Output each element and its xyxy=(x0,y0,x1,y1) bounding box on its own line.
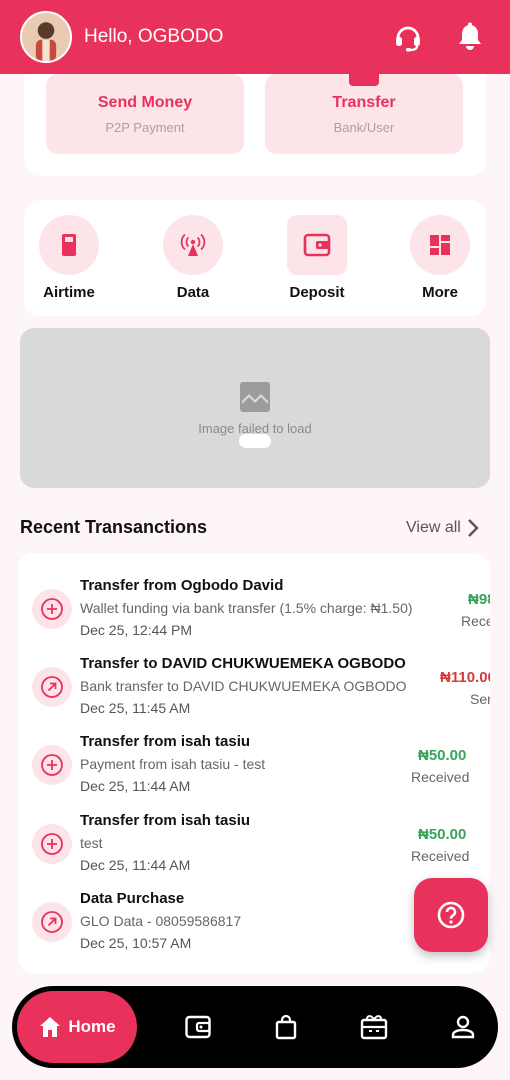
view-all-label: View all xyxy=(406,519,461,536)
service-airtime[interactable]: Airtime xyxy=(24,215,114,301)
transaction-description: Wallet funding via bank transfer (1.5% c… xyxy=(80,600,413,616)
signal-tower-icon xyxy=(163,215,223,275)
send-money-label: Send Money xyxy=(97,93,193,111)
transaction-description: Bank transfer to DAVID CHUKWUEMEKA OGBOD… xyxy=(80,678,407,694)
service-more[interactable]: More xyxy=(395,215,485,301)
plus-circle-icon xyxy=(32,745,72,785)
service-label: Deposit xyxy=(289,284,345,301)
transaction-status: Sent xyxy=(470,691,490,707)
transaction-amount: ₦110.00 xyxy=(440,669,490,686)
service-label: More xyxy=(422,284,458,301)
service-label: Data xyxy=(176,284,210,301)
transaction-description: test xyxy=(80,835,103,851)
arrow-up-right-circle-icon xyxy=(32,902,72,942)
profile-icon[interactable] xyxy=(449,1013,477,1041)
headset-icon[interactable] xyxy=(388,17,428,57)
plus-circle-icon xyxy=(32,589,72,629)
service-deposit[interactable]: Deposit xyxy=(272,215,362,301)
transaction-title: Transfer from isah tasiu xyxy=(80,812,251,829)
transaction-date: Dec 25, 10:57 AM xyxy=(80,935,192,951)
help-button[interactable] xyxy=(414,878,488,952)
wallet-icon[interactable] xyxy=(184,1013,212,1041)
chevron-right-icon xyxy=(467,519,479,537)
wallet-icon xyxy=(287,215,347,275)
transaction-description: GLO Data - 08059586817 xyxy=(80,913,242,929)
view-all-link[interactable]: View all xyxy=(406,518,481,538)
transfer-subtitle: Bank/User xyxy=(333,119,395,135)
transaction-row[interactable]: Transfer from isah tasiu Payment from is… xyxy=(18,733,490,811)
service-data[interactable]: Data xyxy=(148,215,238,301)
transaction-amount: ₦98.5 xyxy=(468,591,490,608)
nav-home-label: Home xyxy=(68,1017,116,1036)
gift-card-icon[interactable] xyxy=(360,1013,388,1041)
transaction-row[interactable]: Transfer from isah tasiu test Dec 25, 11… xyxy=(18,812,490,890)
home-icon xyxy=(40,1017,61,1037)
transaction-row[interactable]: Transfer from Ogbodo David Wallet fundin… xyxy=(18,577,490,655)
transfer-button[interactable]: Transfer Bank/User xyxy=(265,72,463,154)
section-title: Recent Transanctions xyxy=(20,517,208,537)
avatar-image xyxy=(22,13,70,61)
transaction-description: Payment from isah tasiu - test xyxy=(80,756,266,772)
service-label: Airtime xyxy=(43,284,95,301)
transaction-title: Transfer from isah tasiu xyxy=(80,733,251,750)
broken-image-icon xyxy=(240,381,270,412)
phone-icon xyxy=(39,215,99,275)
bell-icon[interactable] xyxy=(450,17,490,57)
transaction-date: Dec 25, 11:45 AM xyxy=(80,700,191,716)
arrow-up-right-circle-icon xyxy=(32,667,72,707)
transaction-status: Received xyxy=(411,769,470,785)
transfer-icon xyxy=(349,72,379,86)
greeting-text: Hello, OGBODO xyxy=(84,26,224,47)
send-money-button[interactable]: Send Money P2P Payment xyxy=(46,74,244,154)
app-header: Hello, OGBODO xyxy=(0,0,510,74)
avatar[interactable] xyxy=(20,11,72,63)
transaction-title: Transfer to DAVID CHUKWUEMEKA OGBODO xyxy=(80,655,406,672)
banner-indicator xyxy=(239,434,271,448)
bottom-nav: Home xyxy=(12,986,498,1068)
transaction-amount: ₦50.00 xyxy=(418,747,467,764)
transaction-title: Transfer from Ogbodo David xyxy=(80,577,284,594)
transaction-date: Dec 25, 11:44 AM xyxy=(80,778,191,794)
transfer-label: Transfer xyxy=(332,93,396,111)
send-money-subtitle: P2P Payment xyxy=(105,119,185,135)
transaction-row[interactable]: Transfer to DAVID CHUKWUEMEKA OGBODO Ban… xyxy=(18,655,490,733)
transaction-title: Data Purchase xyxy=(80,890,185,907)
plus-circle-icon xyxy=(32,824,72,864)
quick-actions-card: Send Money P2P Payment Transfer Bank/Use… xyxy=(24,64,486,176)
shopping-bag-icon[interactable] xyxy=(272,1013,300,1041)
transaction-status: Received xyxy=(411,848,470,864)
services-card: Airtime Data Deposit More xyxy=(24,200,486,316)
grid-icon xyxy=(410,215,470,275)
transaction-amount: ₦50.00 xyxy=(418,826,467,843)
transaction-status: Receiv xyxy=(461,613,490,629)
question-circle-icon xyxy=(437,901,465,929)
transaction-date: Dec 25, 11:44 AM xyxy=(80,857,191,873)
transaction-date: Dec 25, 12:44 PM xyxy=(80,622,193,638)
nav-home-button[interactable]: Home xyxy=(17,991,137,1063)
promo-banner[interactable]: Image failed to load xyxy=(20,328,490,488)
